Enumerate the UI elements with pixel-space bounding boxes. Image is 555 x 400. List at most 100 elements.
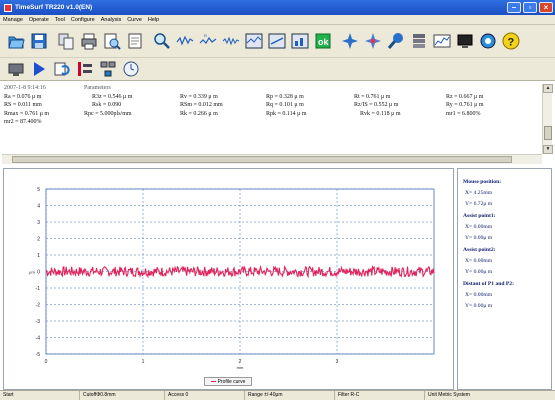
maximize-button[interactable]: ▫ bbox=[523, 2, 537, 13]
menu-operate[interactable]: Operate bbox=[29, 17, 49, 23]
network-icon[interactable] bbox=[98, 59, 118, 79]
measure-icon[interactable] bbox=[6, 59, 26, 79]
y-tick-label: -4 bbox=[36, 336, 41, 342]
close-button[interactable]: × bbox=[539, 2, 553, 13]
app-icon bbox=[4, 3, 12, 12]
param-value: Rq = 0.101 μ m bbox=[266, 102, 304, 109]
x-tick-label: 3 bbox=[336, 359, 339, 365]
status-filter: Filter R-C bbox=[335, 391, 425, 400]
grid-toggle-icon[interactable] bbox=[244, 31, 264, 51]
legend-swatch bbox=[210, 380, 216, 383]
copy-icon[interactable] bbox=[56, 31, 76, 51]
assist2-x-value: X= 0.00mm bbox=[465, 258, 493, 264]
measurement-timestamp: 2007-1-8 9:14:16 bbox=[4, 85, 46, 91]
window-title: TimeSurf TR220 v1.0(EN) bbox=[15, 4, 93, 11]
profile-graph[interactable]: 5 4 3 2 1 0 -1 -2 -3 -4 -5 0 1 2 3 mm μm bbox=[3, 168, 454, 390]
svg-text:R: R bbox=[204, 33, 207, 38]
y-axis-label: μm bbox=[29, 270, 35, 275]
svg-text:?: ? bbox=[508, 37, 515, 49]
distance-x-value: X= 0.00mm bbox=[465, 292, 493, 298]
scroll-up-arrow-icon[interactable]: ▲ bbox=[543, 84, 553, 93]
y-tick-label: -3 bbox=[36, 319, 41, 325]
params-header: 2007-1-8 9:14:16 Parameters bbox=[4, 84, 540, 93]
cursor-info-panel: Mouse position: X= 4.25mm Y= 6.72μ m Ass… bbox=[457, 168, 552, 390]
zoom-icon[interactable] bbox=[152, 31, 172, 51]
help-icon[interactable]: ? bbox=[501, 31, 521, 51]
y-tick-label: 3 bbox=[37, 220, 40, 226]
crosshair-icon[interactable] bbox=[340, 31, 360, 51]
star-icon[interactable] bbox=[363, 31, 383, 51]
scroll-thumb[interactable] bbox=[12, 156, 512, 163]
rough-curve-icon[interactable] bbox=[221, 31, 241, 51]
chart-view-icon[interactable] bbox=[267, 31, 287, 51]
svg-text:ok: ok bbox=[318, 37, 329, 47]
param-value: Rp = 0.328 μ m bbox=[266, 93, 304, 100]
filter-curve-icon[interactable]: R bbox=[198, 31, 218, 51]
menu-configure[interactable]: Configure bbox=[71, 17, 95, 23]
menu-curve[interactable]: Curve bbox=[127, 17, 142, 23]
play-icon[interactable] bbox=[29, 59, 49, 79]
legend-label: Profile curve bbox=[217, 378, 246, 385]
accept-icon[interactable]: ok bbox=[313, 31, 333, 51]
param-value: Rz = 0.667 μ m bbox=[446, 93, 484, 100]
param-value: Ry = 0.761 μ m bbox=[446, 102, 484, 109]
chart-compare-icon[interactable] bbox=[290, 31, 310, 51]
globe-icon[interactable] bbox=[478, 31, 498, 51]
print-preview-icon[interactable] bbox=[102, 31, 122, 51]
menu-analysis[interactable]: Analysis bbox=[101, 17, 121, 23]
y-tick-label: -5 bbox=[36, 352, 41, 358]
secondary-toolbar bbox=[0, 58, 555, 81]
assist-point1-title: Assist point1: bbox=[463, 213, 496, 219]
open-icon[interactable] bbox=[6, 31, 26, 51]
profile-curve-icon[interactable] bbox=[175, 31, 195, 51]
page-preview-icon[interactable] bbox=[125, 31, 145, 51]
params-row: RS = 0.011 mm Rsk = 0.090 RSm = 0.012 mm… bbox=[4, 101, 540, 110]
param-value: Rvk = 0.118 μ m bbox=[360, 110, 401, 117]
params-row: Ra = 0.076 μ m R3z = 0.546 μ m Rv = 0.33… bbox=[4, 93, 540, 102]
status-unit: Unit Metric System bbox=[428, 392, 470, 398]
y-tick-label: 4 bbox=[37, 204, 40, 210]
assist2-y-value: Y= 0.00μ m bbox=[465, 269, 493, 275]
status-access: Access 0 bbox=[165, 391, 245, 400]
status-bar: Start CutoffΦ0.8mm Access 0 Range ±/-40μ… bbox=[0, 390, 555, 400]
param-value: Rsk = 0.090 bbox=[92, 102, 122, 109]
spectrum-icon[interactable] bbox=[432, 31, 452, 51]
stack-icon[interactable] bbox=[409, 31, 429, 51]
scroll-thumb[interactable] bbox=[544, 126, 552, 140]
params-vertical-scrollbar[interactable]: ▲ ▼ bbox=[542, 84, 553, 154]
main-toolbar: R ok ? bbox=[0, 25, 555, 58]
y-tick-label: -2 bbox=[36, 303, 41, 309]
save-icon[interactable] bbox=[29, 31, 49, 51]
params-row: Rmax = 0.761 μ m Rpc = 5.000pls/mm Rk = … bbox=[4, 110, 540, 119]
minimize-button[interactable]: – bbox=[507, 2, 521, 13]
distance-title: Distant of P1 and P2: bbox=[463, 281, 514, 287]
param-value: Rz/IS = 0.552 μ m bbox=[354, 102, 399, 109]
y-tick-label: 5 bbox=[37, 187, 40, 193]
x-tick-label: 1 bbox=[142, 359, 145, 365]
mouse-x-value: X= 4.25mm bbox=[465, 190, 493, 196]
profile-curve-tab[interactable]: Profile curve bbox=[204, 377, 252, 386]
status-start: Start bbox=[0, 391, 80, 400]
x-axis-label: mm bbox=[237, 365, 244, 370]
distance-y-value: Y= 0.00μ m bbox=[465, 303, 493, 309]
menu-manage[interactable]: Manage bbox=[3, 17, 23, 23]
menu-tool[interactable]: Tool bbox=[55, 17, 65, 23]
param-value: Ra = 0.076 μ m bbox=[4, 93, 42, 100]
param-value: Rpk = 0.114 μ m bbox=[266, 110, 307, 117]
menu-help[interactable]: Help bbox=[148, 17, 159, 23]
monitor-icon[interactable] bbox=[455, 31, 475, 51]
title-bar: TimeSurf TR220 v1.0(EN) – ▫ × bbox=[0, 0, 555, 15]
params-label: Parameters bbox=[84, 85, 111, 91]
params-horizontal-scrollbar[interactable] bbox=[2, 154, 542, 164]
refresh-icon[interactable] bbox=[52, 59, 72, 79]
assist-point2-title: Assist point2: bbox=[463, 247, 496, 253]
scroll-down-arrow-icon[interactable]: ▼ bbox=[543, 145, 553, 154]
timer-icon[interactable] bbox=[121, 59, 141, 79]
param-value: Rt = 0.761 μ m bbox=[354, 93, 391, 100]
magnify-icon[interactable] bbox=[386, 31, 406, 51]
profile-chart: 543210-1-2-3-4-50 1 2 3mmμm bbox=[29, 187, 435, 370]
x-tick-label: 0 bbox=[45, 359, 48, 365]
print-icon[interactable] bbox=[79, 31, 99, 51]
param-value: mr1 = 6.800% bbox=[446, 110, 481, 117]
settings-icon[interactable] bbox=[75, 59, 95, 79]
